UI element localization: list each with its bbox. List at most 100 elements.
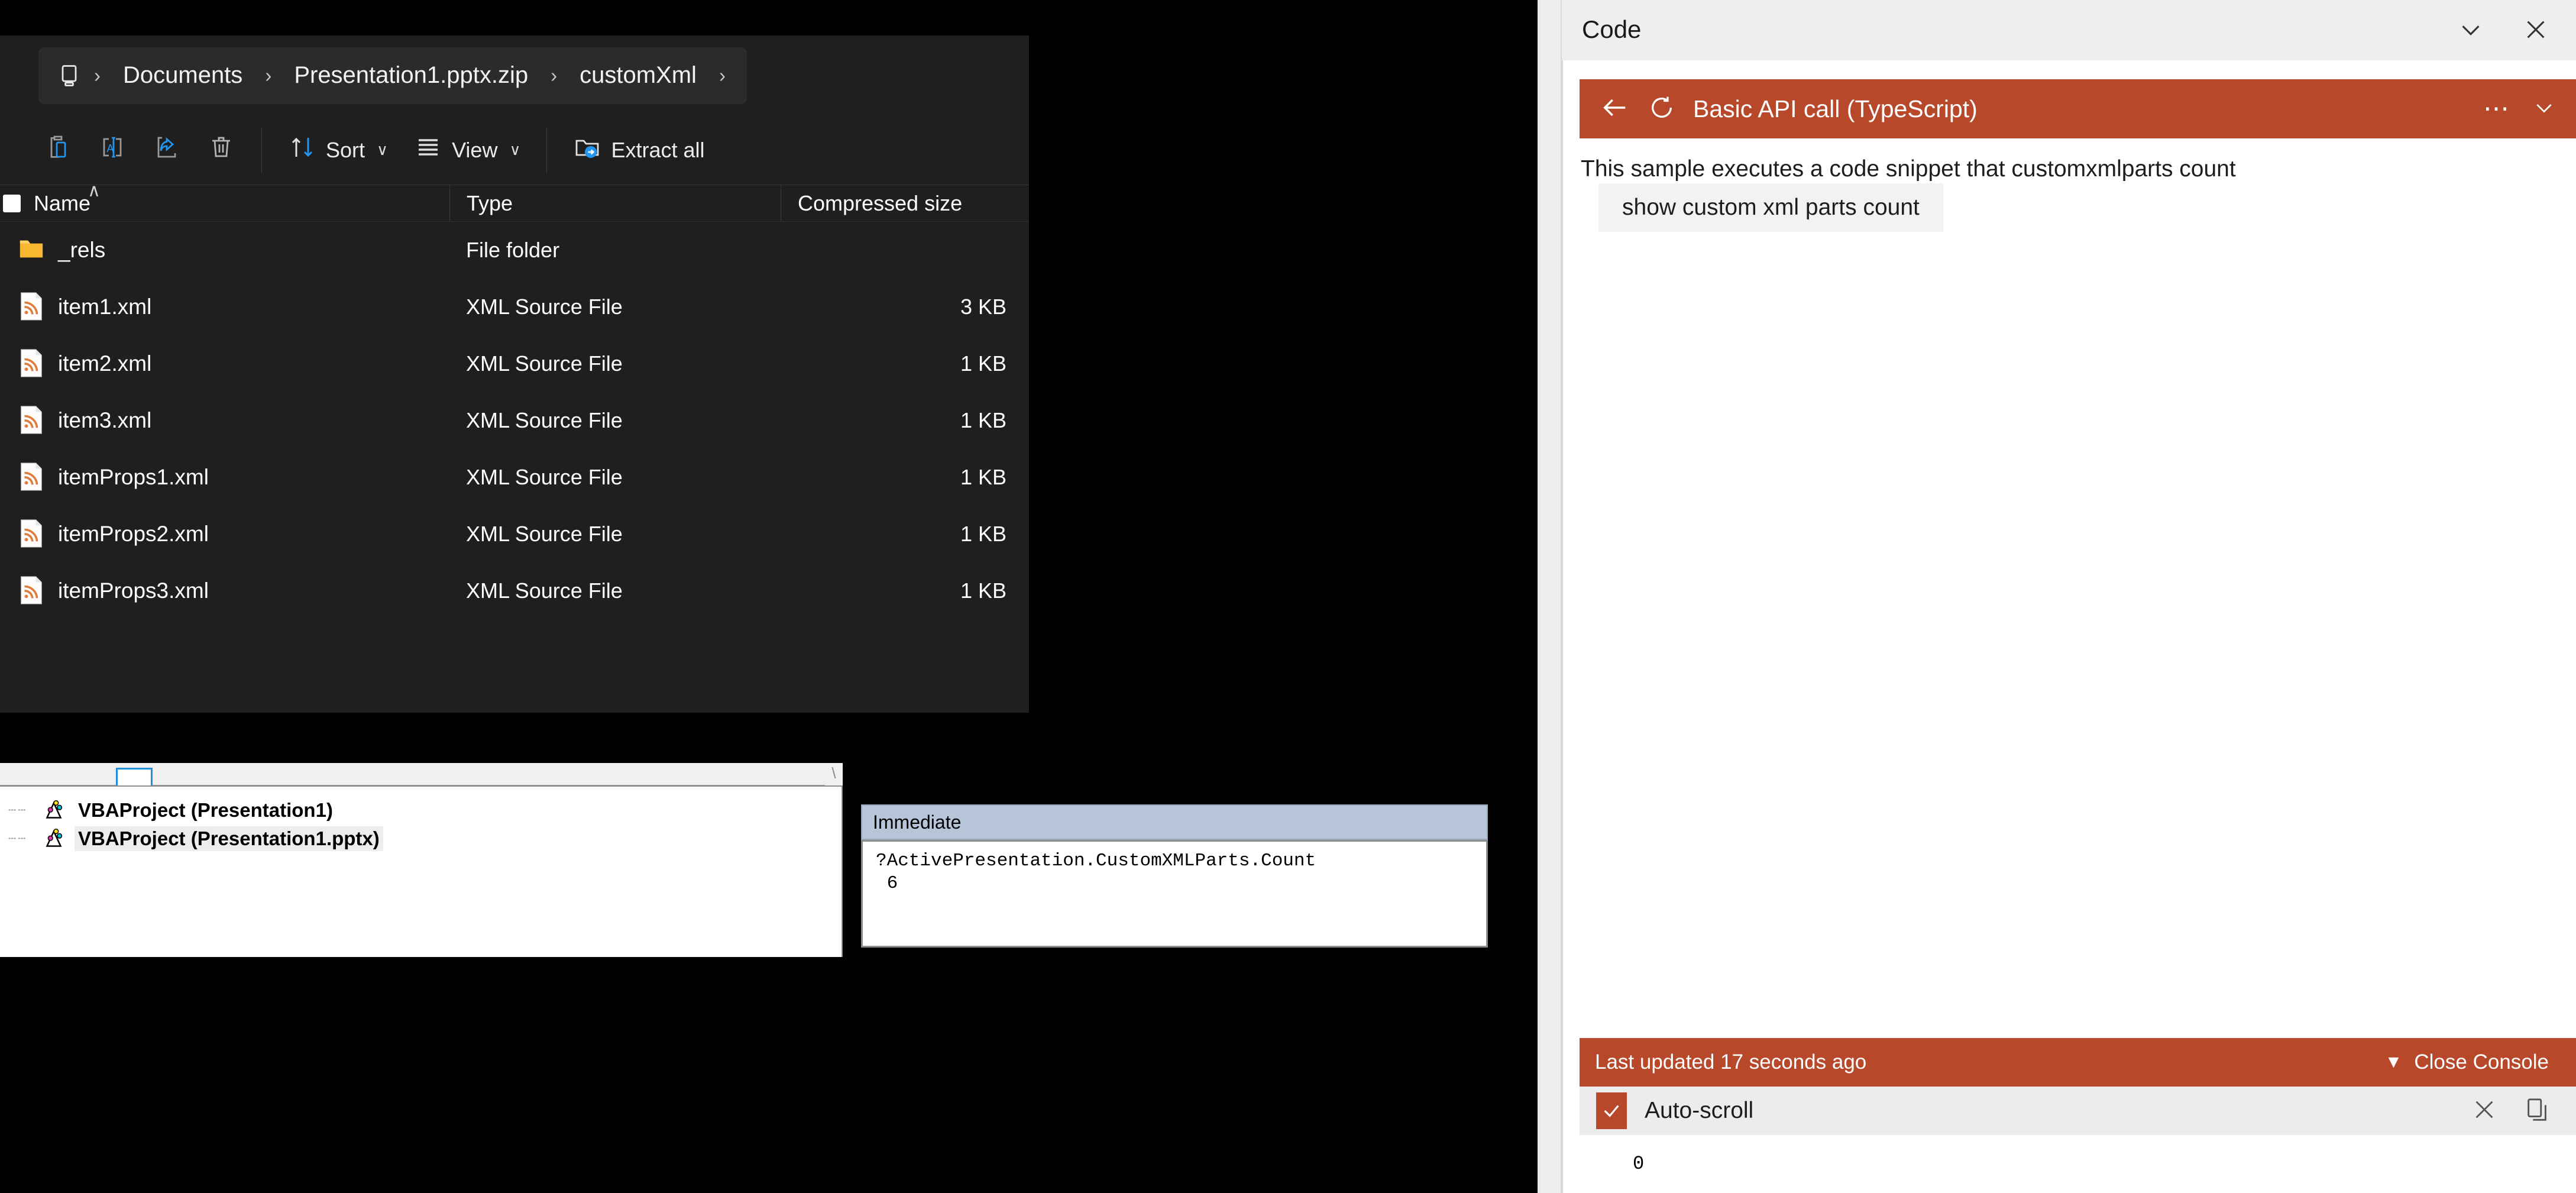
file-name: _rels	[58, 238, 106, 262]
back-arrow-icon[interactable]	[1600, 92, 1630, 126]
tree-item-label: VBAProject (Presentation1.pptx)	[75, 826, 383, 851]
extract-all-button[interactable]: Extract all	[560, 127, 717, 174]
copy-icon[interactable]	[2524, 1096, 2551, 1126]
sort-label: Sort	[326, 137, 365, 162]
xml-file-icon	[18, 348, 45, 379]
tree-item-vbaproject-presentation1-pptx[interactable]: ┄┄ VBAProject (Presentation1.pptx)	[0, 825, 842, 853]
immediate-window: Immediate ?ActivePresentation.CustomXMLP…	[861, 804, 1488, 948]
vba-editor: \ ┄┄ VBAProject (Presentation1) ┄┄ VBAPr…	[0, 763, 1488, 988]
file-size: 1 KB	[960, 465, 1007, 489]
breadcrumb[interactable]: › Documents › Presentation1.pptx.zip › c…	[38, 47, 747, 104]
chevron-down-icon[interactable]	[2455, 14, 2486, 45]
console-status-bar: Last updated 17 seconds ago ▼ Close Cons…	[1580, 1038, 2576, 1087]
chevron-down-icon: ∨	[509, 141, 521, 159]
delete-button[interactable]	[194, 127, 248, 174]
file-size: 1 KB	[960, 351, 1007, 376]
breadcrumb-item-customxml[interactable]: customXml	[567, 59, 710, 92]
file-size: 1 KB	[960, 408, 1007, 432]
xml-file-icon	[18, 576, 45, 606]
file-explorer-window: › Documents › Presentation1.pptx.zip › c…	[0, 0, 1029, 713]
vba-bottom-filler	[0, 957, 843, 982]
file-type: XML Source File	[466, 295, 623, 319]
file-type: XML Source File	[466, 408, 623, 432]
auto-scroll-label: Auto-scroll	[1645, 1098, 1754, 1123]
file-name: item2.xml	[58, 351, 152, 376]
file-name: item3.xml	[58, 408, 152, 432]
column-header-type[interactable]: Type	[449, 185, 781, 221]
close-icon[interactable]	[2520, 14, 2551, 45]
vba-tab-active[interactable]	[116, 768, 153, 785]
immediate-window-body[interactable]: ?ActivePresentation.CustomXMLParts.Count…	[861, 840, 1488, 948]
sort-indicator: ∧	[88, 181, 101, 201]
tree-item-label: VBAProject (Presentation1)	[78, 799, 333, 821]
console-output: 0	[1580, 1135, 2576, 1193]
console-output-line: 0	[1633, 1153, 1645, 1175]
rename-button[interactable]: A	[85, 127, 140, 174]
immediate-window-title: Immediate	[861, 804, 1488, 840]
vba-project-icon	[40, 826, 67, 852]
close-console-button[interactable]: ▼ Close Console	[2385, 1050, 2561, 1074]
addin-task-pane: Code Basic API call (TypeScript) ⋯ This …	[1538, 0, 2576, 1193]
extract-all-icon	[573, 133, 601, 167]
file-type: XML Source File	[466, 578, 623, 603]
clear-console-icon[interactable]	[2471, 1096, 2498, 1126]
table-row[interactable]: item1.xml XML Source File 3 KB	[0, 279, 1029, 335]
share-button[interactable]	[140, 127, 194, 174]
file-type: XML Source File	[466, 465, 623, 489]
immediate-line: ?ActivePresentation.CustomXMLParts.Count	[876, 851, 1316, 871]
table-row[interactable]: item2.xml XML Source File 1 KB	[0, 335, 1029, 392]
immediate-line: 6	[876, 872, 898, 894]
column-header-compressed-size[interactable]: Compressed size	[781, 185, 1029, 221]
extract-all-label: Extract all	[611, 137, 705, 162]
column-header-name[interactable]: Name	[21, 191, 90, 216]
this-pc-icon[interactable]	[54, 60, 85, 91]
file-type: XML Source File	[466, 522, 623, 546]
vba-scroll-indicator[interactable]: \	[825, 763, 843, 785]
file-list[interactable]: _rels File folder item1.xml XML Source F…	[0, 222, 1029, 619]
auto-scroll-checkbox[interactable]	[1596, 1092, 1627, 1129]
vba-tab-strip[interactable]: \	[0, 763, 843, 785]
triangle-down-icon: ▼	[2384, 1052, 2403, 1072]
sort-button[interactable]: Sort ∨	[275, 127, 401, 174]
tree-item-vbaproject-presentation1[interactable]: ┄┄ VBAProject (Presentation1)	[0, 796, 842, 825]
breadcrumb-separator: ›	[719, 64, 726, 86]
file-name: itemProps3.xml	[58, 578, 209, 603]
xml-file-icon	[18, 519, 45, 549]
breadcrumb-item-zip[interactable]: Presentation1.pptx.zip	[281, 59, 541, 92]
file-type: File folder	[466, 238, 560, 262]
screen-root: › Documents › Presentation1.pptx.zip › c…	[0, 0, 2576, 1193]
sample-header-bar: Basic API call (TypeScript) ⋯	[1580, 79, 2576, 138]
refresh-icon	[1648, 94, 1675, 124]
toolbar-divider	[261, 127, 262, 173]
chevron-down-icon: ∨	[377, 141, 389, 159]
addin-pane-header: Code	[1562, 0, 2576, 59]
breadcrumb-separator: ›	[551, 64, 558, 86]
file-name: item1.xml	[58, 295, 152, 319]
run-sample-button[interactable]: show custom xml parts count	[1598, 183, 1943, 232]
chevron-down-icon[interactable]	[2532, 96, 2556, 122]
table-row[interactable]: item3.xml XML Source File 1 KB	[0, 392, 1029, 449]
table-row[interactable]: itemProps1.xml XML Source File 1 KB	[0, 449, 1029, 506]
breadcrumb-item-documents[interactable]: Documents	[110, 59, 255, 92]
console-toolbar: Auto-scroll	[1580, 1087, 2576, 1135]
table-row[interactable]: itemProps3.xml XML Source File 1 KB	[0, 562, 1029, 619]
select-all-checkbox[interactable]	[3, 194, 21, 212]
address-bar: › Documents › Presentation1.pptx.zip › c…	[0, 35, 1029, 115]
breadcrumb-separator: ›	[94, 64, 101, 86]
console-last-updated: Last updated 17 seconds ago	[1595, 1050, 1867, 1074]
xml-file-icon	[18, 292, 45, 322]
table-row[interactable]: itemProps2.xml XML Source File 1 KB	[0, 506, 1029, 562]
vba-project-tree[interactable]: ┄┄ VBAProject (Presentation1) ┄┄ VBAProj…	[0, 785, 843, 957]
sample-title: Basic API call (TypeScript)	[1693, 95, 1978, 122]
table-row[interactable]: _rels File folder	[0, 222, 1029, 279]
file-size: 1 KB	[960, 578, 1007, 603]
breadcrumb-separator: ›	[265, 64, 272, 86]
paste-button[interactable]	[31, 127, 85, 174]
pane-edge	[1538, 0, 1541, 1193]
share-icon	[153, 133, 181, 167]
page-title: Code	[1582, 15, 1642, 43]
xml-file-icon	[18, 462, 45, 493]
overflow-menu-icon[interactable]: ⋯	[2483, 96, 2512, 122]
delete-icon	[207, 133, 235, 167]
view-button[interactable]: View ∨	[401, 127, 533, 174]
